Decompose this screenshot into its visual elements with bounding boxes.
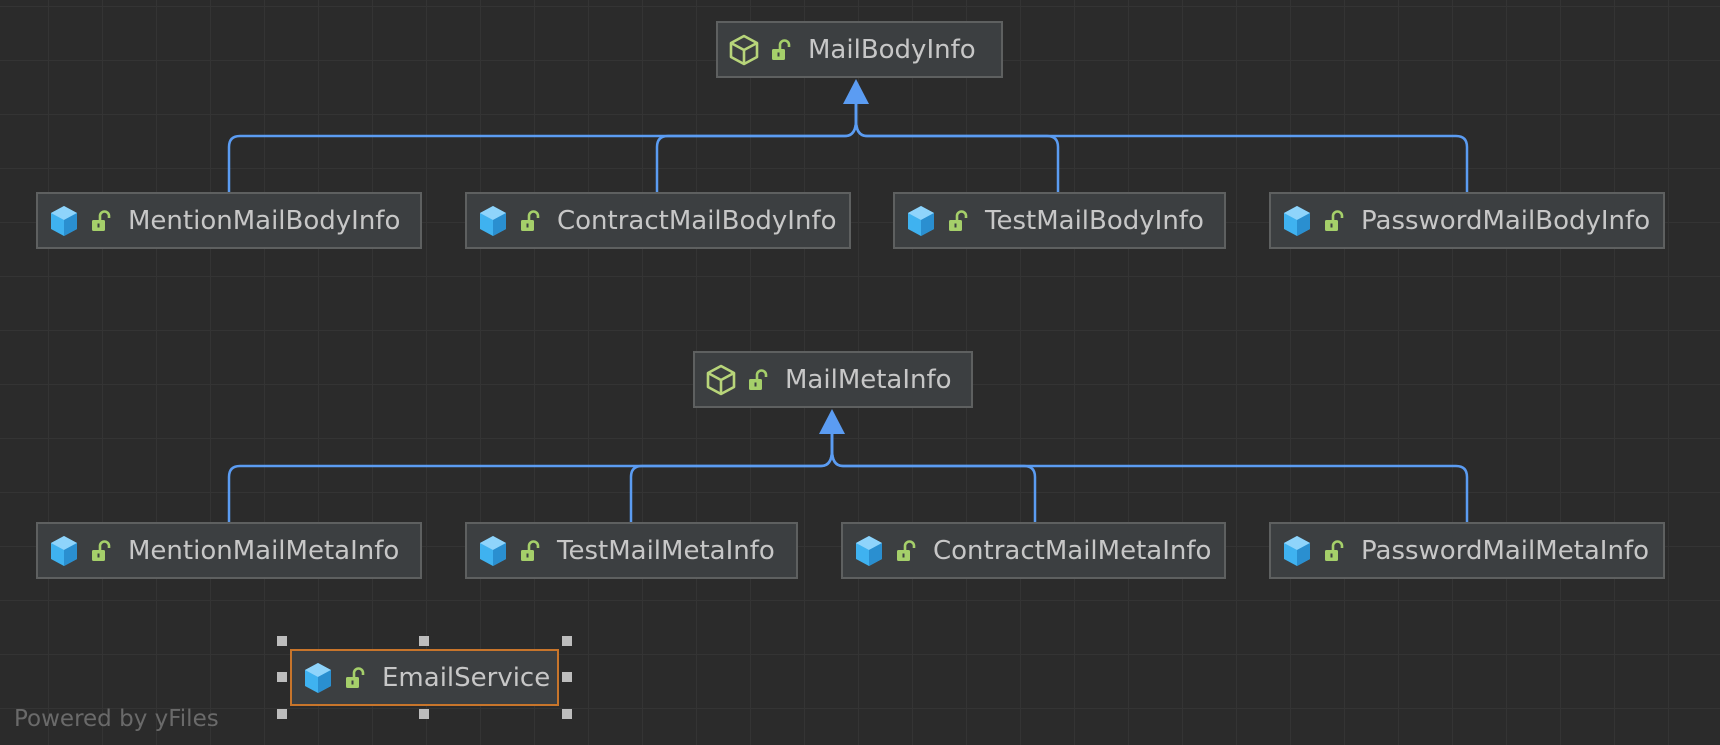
resize-handle-bottom-left[interactable] (277, 709, 287, 719)
class-icon (1281, 204, 1313, 238)
public-unlock-icon (344, 666, 366, 690)
class-icon (48, 534, 80, 568)
resize-handle-left[interactable] (277, 672, 287, 682)
edge-passwordmailbodyinfo-to-mailbodyinfo (854, 102, 1469, 192)
arrowhead-mailbodyinfo (843, 79, 869, 104)
node-label: MailMetaInfo (785, 364, 952, 395)
resize-handle-top[interactable] (419, 636, 429, 646)
edge-mentionmailbodyinfo-to-mailbodyinfo (227, 102, 858, 192)
public-unlock-icon (90, 209, 112, 233)
resize-handle-right[interactable] (562, 672, 572, 682)
public-unlock-icon (747, 368, 769, 392)
edge-testmailbodyinfo-to-mailbodyinfo (854, 102, 1060, 192)
public-unlock-icon (519, 209, 541, 233)
node-passwordmailbodyinfo[interactable]: PasswordMailBodyInfo (1269, 192, 1665, 249)
edge-contractmailmetainfo-to-mailmetainfo (830, 432, 1037, 522)
node-testmailbodyinfo[interactable]: TestMailBodyInfo (893, 192, 1226, 249)
class-icon (302, 661, 334, 695)
public-unlock-icon (519, 539, 541, 563)
edge-mentionmailmetainfo-to-mailmetainfo (227, 432, 834, 522)
public-unlock-icon (1323, 209, 1345, 233)
node-label: MailBodyInfo (808, 34, 976, 65)
edge-passwordmailmetainfo-to-mailmetainfo (830, 432, 1469, 522)
node-contractmailmetainfo[interactable]: ContractMailMetaInfo (841, 522, 1226, 579)
node-label: ContractMailBodyInfo (557, 205, 837, 236)
resize-handle-top-left[interactable] (277, 636, 287, 646)
resize-handle-top-right[interactable] (562, 636, 572, 646)
class-icon (48, 204, 80, 238)
node-mentionmailmetainfo[interactable]: MentionMailMetaInfo (36, 522, 422, 579)
class-icon (853, 534, 885, 568)
resize-handle-bottom[interactable] (419, 709, 429, 719)
powered-by-watermark: Powered by yFiles (14, 706, 219, 732)
public-unlock-icon (1323, 539, 1345, 563)
node-contractmailbodyinfo[interactable]: ContractMailBodyInfo (465, 192, 851, 249)
edge-contractmailbodyinfo-to-mailbodyinfo (655, 102, 858, 192)
node-label: TestMailMetaInfo (557, 535, 775, 566)
class-icon (1281, 534, 1313, 568)
public-unlock-icon (895, 539, 917, 563)
node-label: MentionMailMetaInfo (128, 535, 400, 566)
resize-handle-bottom-right[interactable] (562, 709, 572, 719)
class-icon (477, 534, 509, 568)
node-label: PasswordMailBodyInfo (1361, 205, 1651, 236)
class-icon (905, 204, 937, 238)
interface-icon (728, 33, 760, 67)
node-mentionmailbodyinfo[interactable]: MentionMailBodyInfo (36, 192, 422, 249)
class-icon (477, 204, 509, 238)
node-label: TestMailBodyInfo (985, 205, 1204, 236)
node-label: PasswordMailMetaInfo (1361, 535, 1650, 566)
node-label: MentionMailBodyInfo (128, 205, 401, 236)
public-unlock-icon (770, 38, 792, 62)
node-testmailmetainfo[interactable]: TestMailMetaInfo (465, 522, 798, 579)
node-passwordmailmetainfo[interactable]: PasswordMailMetaInfo (1269, 522, 1665, 579)
node-mailmetainfo[interactable]: MailMetaInfo (693, 351, 973, 408)
edge-testmailmetainfo-to-mailmetainfo (629, 432, 834, 522)
public-unlock-icon (947, 209, 969, 233)
node-label: EmailService (382, 662, 551, 693)
interface-icon (705, 363, 737, 397)
arrowhead-mailmetainfo (819, 409, 845, 434)
node-mailbodyinfo[interactable]: MailBodyInfo (716, 21, 1003, 78)
public-unlock-icon (90, 539, 112, 563)
node-emailservice[interactable]: EmailService (290, 649, 559, 706)
node-label: ContractMailMetaInfo (933, 535, 1212, 566)
